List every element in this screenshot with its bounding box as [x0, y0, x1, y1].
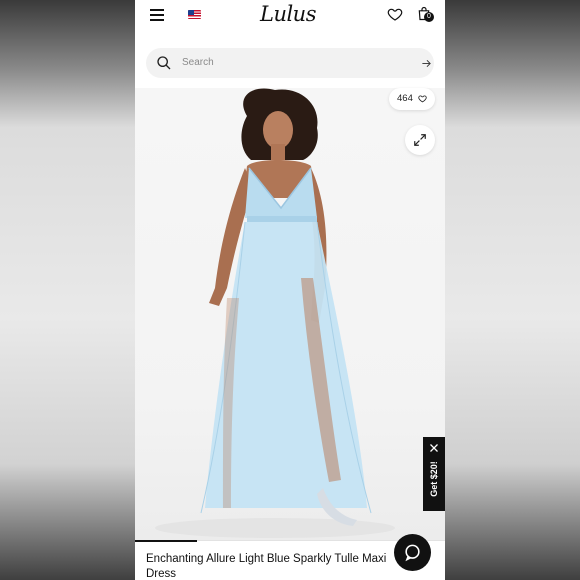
- site-header: Lulus 0: [135, 0, 445, 38]
- product-title: Enchanting Allure Light Blue Sparkly Tul…: [146, 553, 387, 580]
- close-icon[interactable]: [428, 442, 440, 454]
- heart-icon[interactable]: [387, 6, 403, 22]
- promo-label[interactable]: Get $20!: [429, 456, 439, 502]
- expand-image-button[interactable]: [405, 125, 435, 155]
- mobile-screen: Lulus 0 Search 464 Get $20! Enchanting A…: [135, 0, 445, 580]
- model-dress-illustration: [155, 88, 395, 538]
- search-icon: [157, 56, 171, 70]
- background-left: [0, 0, 135, 580]
- us-flag-icon[interactable]: [188, 10, 201, 19]
- arrow-right-icon[interactable]: [421, 58, 432, 69]
- heart-outline-icon: [418, 95, 427, 103]
- search-input[interactable]: Search: [182, 57, 214, 68]
- expand-icon: [414, 134, 426, 146]
- site-logo[interactable]: Lulus: [260, 2, 317, 26]
- like-count: 464: [397, 93, 413, 104]
- promo-tab[interactable]: Get $20!: [423, 437, 445, 511]
- like-count-button[interactable]: 464: [389, 88, 435, 110]
- chat-icon: [405, 544, 420, 562]
- cart-count-badge: 0: [424, 12, 434, 22]
- chat-button[interactable]: [394, 534, 431, 571]
- search-bar[interactable]: Search: [146, 48, 434, 78]
- hamburger-icon[interactable]: [150, 9, 164, 21]
- product-image[interactable]: [135, 88, 445, 540]
- background-right: [445, 0, 580, 580]
- image-carousel-progress: [135, 540, 197, 542]
